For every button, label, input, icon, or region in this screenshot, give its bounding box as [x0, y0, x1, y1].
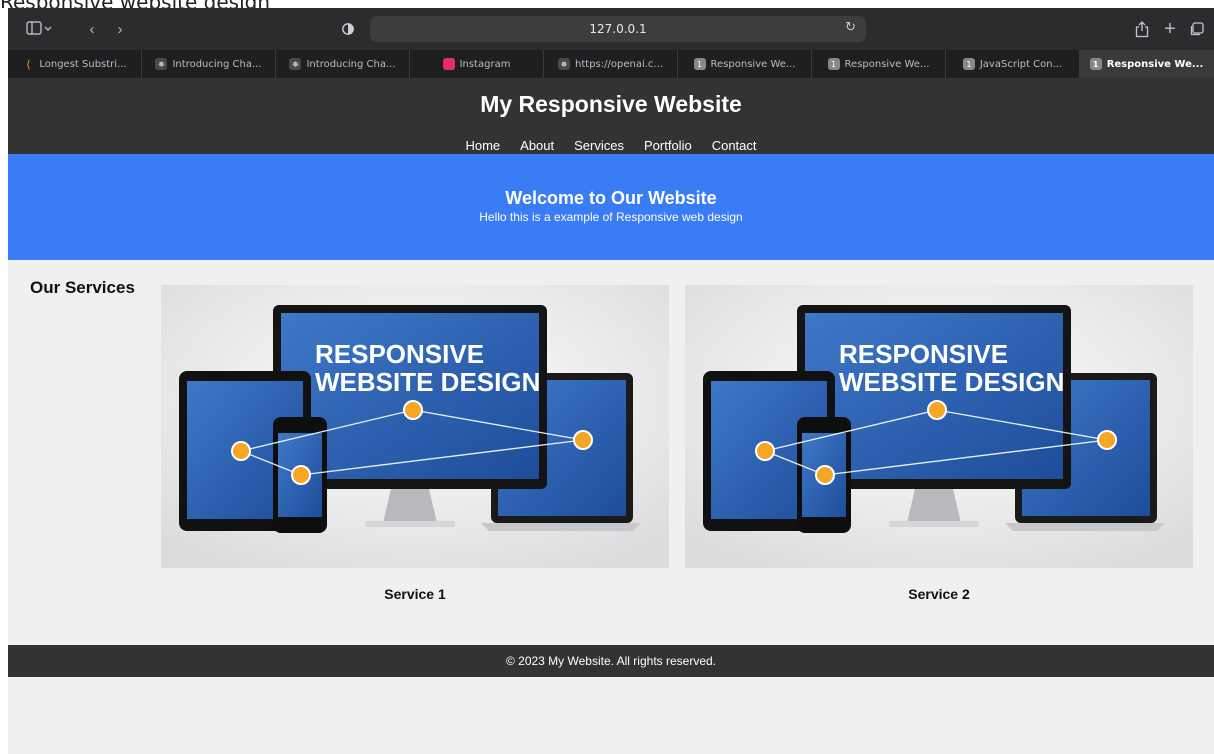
openai-icon: ✵ — [155, 58, 168, 70]
browser-tab[interactable]: Instagram — [410, 50, 544, 78]
browser-tab-label: Responsive We... — [1106, 58, 1204, 70]
nav-link-contact[interactable]: Contact — [712, 138, 757, 154]
reload-icon[interactable]: ↻ — [845, 20, 856, 35]
openai-icon: ✵ — [558, 58, 571, 70]
browser-tab-label: Introducing Cha... — [172, 58, 262, 70]
forward-icon[interactable]: › — [112, 19, 128, 39]
url-text: 127.0.0.1 — [589, 22, 647, 36]
services-heading: Our Services — [30, 278, 135, 297]
site-nav: Home About Services Portfolio Contact — [8, 138, 1214, 154]
browser-tab[interactable]: 1 Responsive We... — [812, 50, 946, 78]
site-footer: © 2023 My Website. All rights reserved. — [8, 645, 1214, 677]
hero-subtitle: Hello this is a example of Responsive we… — [479, 210, 743, 224]
nav-link-portfolio[interactable]: Portfolio — [644, 138, 692, 154]
service-image-1: RESPONSIVE WEBSITE DESIGN — [161, 285, 669, 568]
browser-tab-label: Responsive We... — [710, 58, 796, 70]
number-one-icon: 1 — [827, 58, 840, 70]
hero-heading: Welcome to Our Website — [505, 188, 717, 208]
service-label-2: Service 2 — [908, 586, 970, 602]
service-label-1: Service 1 — [384, 586, 446, 602]
illustration-line-1: RESPONSIVE — [315, 339, 484, 369]
number-one-icon: 1 — [962, 58, 975, 70]
site-title: My Responsive Website — [480, 91, 742, 117]
browser-tab-label: Responsive We... — [844, 58, 930, 70]
browser-tab-label: Introducing Cha... — [306, 58, 396, 70]
browser-toolbar: ‹ › 127.0.0.1 ↻ + — [8, 8, 1214, 50]
sidebar-toggle-icon[interactable] — [24, 19, 54, 39]
nav-link-about[interactable]: About — [520, 138, 554, 154]
illustration-line-2: WEBSITE DESIGN — [839, 367, 1064, 397]
browser-tab[interactable]: 1 Responsive We... — [1080, 50, 1214, 78]
illustration-line-1: RESPONSIVE — [839, 339, 1008, 369]
number-one-icon: 1 — [693, 58, 706, 70]
browser-tab[interactable]: ✵ https://openai.c... — [544, 50, 678, 78]
tab-overview-icon[interactable] — [1186, 18, 1206, 40]
nav-link-services[interactable]: Services — [574, 138, 624, 154]
illustration-line-2: WEBSITE DESIGN — [315, 367, 540, 397]
document-caption: Responsive website design — [0, 0, 400, 8]
browser-tab-label: https://openai.c... — [575, 58, 663, 70]
number-one-icon: 1 — [1089, 58, 1102, 70]
web-page: My Responsive Website Home About Service… — [8, 78, 1214, 754]
back-icon[interactable]: ‹ — [84, 19, 100, 39]
browser-tab[interactable]: 1 Responsive We... — [678, 50, 812, 78]
service-image-2: RESPONSIVE WEBSITE DESIGN — [685, 285, 1193, 568]
browser-tab[interactable]: 1 JavaScript Con... — [946, 50, 1080, 78]
openai-icon: ✵ — [289, 58, 302, 70]
nav-link-home[interactable]: Home — [465, 138, 500, 154]
new-tab-icon[interactable]: + — [1160, 18, 1180, 40]
privacy-shield-icon[interactable] — [338, 19, 358, 39]
browser-tab-label: Instagram — [459, 58, 511, 70]
instagram-icon — [442, 58, 455, 70]
browser-tab-label: JavaScript Con... — [979, 58, 1063, 70]
leetcode-icon: ⟨ — [26, 57, 31, 71]
browser-tab-label: Longest Substri... — [39, 58, 127, 70]
browser-tab[interactable]: ✵ Introducing Cha... — [142, 50, 276, 78]
hero-banner: Welcome to Our Website Hello this is a e… — [8, 154, 1214, 260]
site-header: My Responsive Website Home About Service… — [8, 78, 1214, 154]
browser-tab[interactable]: ⟨ Longest Substri... — [8, 50, 142, 78]
tab-bar: ⟨ Longest Substri... ✵ Introducing Cha... ✵ I… — [8, 50, 1214, 78]
browser-tab[interactable]: ✵ Introducing Cha... — [276, 50, 410, 78]
address-bar[interactable]: 127.0.0.1 ↻ — [370, 16, 866, 42]
share-icon[interactable] — [1132, 18, 1152, 40]
